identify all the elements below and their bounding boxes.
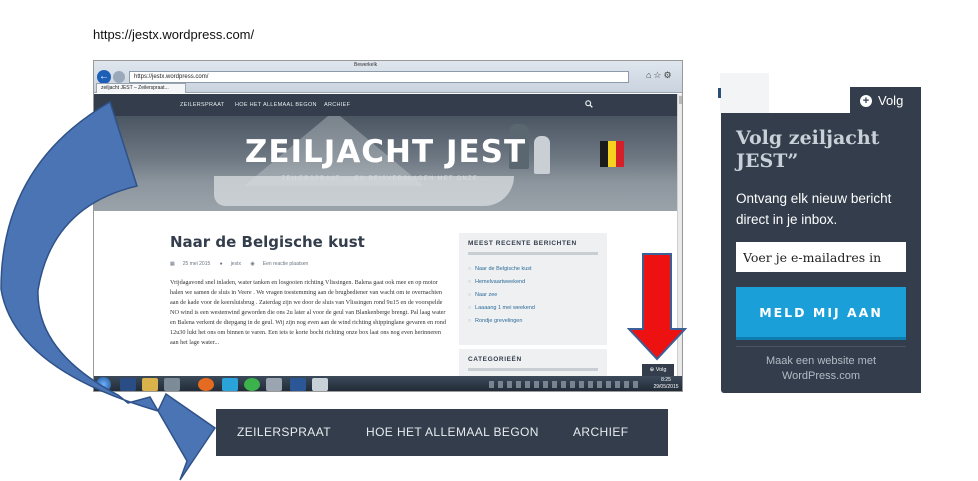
tray-clock[interactable]: 8:25 29/05/2015 <box>650 377 682 391</box>
widget-title: CATEGORIEËN <box>468 356 598 371</box>
recent-post-link[interactable]: Hemelvaartweekend <box>468 276 598 289</box>
url-caption: https://jestx.wordpress.com/ <box>93 27 255 42</box>
recent-post-link[interactable]: Naar de Belgische kust <box>468 263 598 276</box>
nav-item-archief[interactable]: ARCHIEF <box>324 94 350 116</box>
browser-taskbar-icon[interactable] <box>244 378 260 391</box>
address-bar[interactable]: https://jestx.wordpress.com/ <box>129 71 629 83</box>
red-arrow-annotation <box>627 253 687 361</box>
nav-item-hoe-het-allemaal-begon[interactable]: HOE HET ALLEMAAL BEGON <box>235 94 317 116</box>
page-background-fragment <box>720 73 769 113</box>
nav-item-zeilerspraat[interactable]: ZEILERSPRAAT <box>237 409 331 456</box>
screenshot-canvas: https://jestx.wordpress.com/ Bewerkelk ←… <box>0 0 978 481</box>
comment-icon: ◉ <box>250 261 255 267</box>
follow-title: Volg zeiljacht JEST” <box>736 127 880 172</box>
app-taskbar-icon[interactable] <box>266 378 282 391</box>
nav-item-archief[interactable]: ARCHIEF <box>573 409 628 456</box>
java-taskbar-icon[interactable] <box>312 378 328 391</box>
plus-icon: ⊕ <box>649 367 655 373</box>
recent-post-link[interactable]: Naar zee <box>468 289 598 302</box>
recent-post-link[interactable]: Laaaang 1 mei weekend <box>468 302 598 315</box>
email-input[interactable] <box>736 242 906 272</box>
follow-tab-label: Volg <box>878 93 904 108</box>
nav-item-hoe-het-allemaal-begon[interactable]: HOE HET ALLEMAAL BEGON <box>366 409 539 456</box>
post-comment-link[interactable]: Een reactie plaatsen <box>263 261 309 267</box>
subscribe-button[interactable]: Meld mij aan <box>736 287 906 340</box>
recent-posts-list: Naar de Belgische kust Hemelvaartweekend… <box>468 263 598 328</box>
recent-post-link[interactable]: Rondje grevelingen <box>468 315 598 328</box>
post-author[interactable]: jestx <box>231 261 241 267</box>
follow-description: Ontvang elk nieuw bericht direct in je i… <box>736 191 892 227</box>
wordpress-signup-link[interactable]: Maak een website met WordPress.com <box>736 354 906 384</box>
browser-toolbar-icons[interactable]: ⌂☆⚙ <box>646 70 674 81</box>
browser-tab[interactable]: zeiljacht JEST – Zeilerspraat... <box>96 83 186 93</box>
follow-tab-button[interactable]: + Volg <box>850 87 921 115</box>
tray-date: 29/05/2015 <box>653 384 679 390</box>
widget-title: MEEST RECENTE BERICHTEN <box>468 240 598 255</box>
mini-follow-label: Volg <box>655 367 667 373</box>
recent-posts-widget: MEEST RECENTE BERICHTEN Naar de Belgisch… <box>459 233 607 345</box>
follow-panel: Volg zeiljacht JEST” Ontvang elk nieuw b… <box>721 113 921 393</box>
word-taskbar-icon[interactable] <box>290 378 306 391</box>
forward-icon[interactable] <box>113 71 125 83</box>
categories-widget: CATEGORIEËN <box>459 349 607 379</box>
divider <box>736 346 906 347</box>
page-background-mark <box>718 88 721 98</box>
tray-time: 8:25 <box>661 377 671 383</box>
mini-follow-button[interactable]: ⊕ Volg <box>642 364 674 376</box>
scrollbar-thumb[interactable] <box>679 96 682 104</box>
back-icon[interactable]: ← <box>97 70 111 84</box>
window-title: Bewerkelk <box>354 62 378 68</box>
search-icon[interactable] <box>585 100 593 108</box>
plus-icon: + <box>860 95 872 107</box>
site-nav-large: ZEILERSPRAAT HOE HET ALLEMAAL BEGON ARCH… <box>216 409 668 456</box>
curved-arrow-annotation <box>0 100 217 481</box>
browser-toolbar: Bewerkelk ← https://jestx.wordpress.com/… <box>94 61 682 93</box>
system-tray-icons[interactable] <box>489 381 639 388</box>
